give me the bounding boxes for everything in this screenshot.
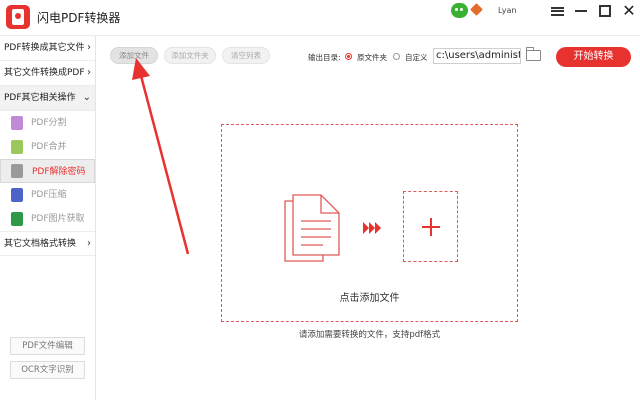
sidebar-item-pdf-image-extract[interactable]: PDF图片获取: [0, 207, 95, 231]
sidebar-item-label: PDF图片获取: [31, 214, 85, 224]
folder-open-icon[interactable]: [526, 47, 541, 61]
minimize-button[interactable]: [572, 2, 590, 20]
close-button[interactable]: ✕: [620, 2, 638, 20]
menu-button[interactable]: [548, 2, 566, 20]
username[interactable]: Lyan: [498, 6, 516, 15]
ocr-button[interactable]: OCR文字识别: [10, 361, 85, 379]
output-path-input[interactable]: c:\users\administ: [433, 48, 521, 64]
sidebar-item-label: PDF压缩: [31, 190, 67, 200]
hamburger-icon: [550, 6, 564, 16]
maximize-icon: [599, 5, 611, 17]
triple-arrow-icon: [363, 222, 381, 234]
sidebar-item-pdf-merge[interactable]: PDF合并: [0, 135, 95, 159]
chevron-right-icon: ›: [87, 67, 91, 78]
sidebar-item-label: PDF解除密码: [32, 167, 86, 177]
document-icon: [284, 194, 340, 262]
sidebar-section-pdf-to-other[interactable]: PDF转换成其它文件 ›: [0, 36, 95, 61]
app-logo-icon: [6, 5, 30, 29]
sidebar-item-label: PDF分割: [31, 118, 67, 128]
chevron-down-icon: ⌄: [82, 92, 91, 103]
chevron-right-icon: ›: [87, 238, 91, 249]
add-file-plus-box[interactable]: [403, 191, 458, 262]
sidebar-item-pdf-unlock[interactable]: PDF解除密码: [0, 159, 95, 183]
radio-original-folder[interactable]: [345, 53, 352, 60]
sidebar-section-other-to-pdf[interactable]: 其它文件转换成PDF ›: [0, 61, 95, 86]
maximize-button[interactable]: [596, 2, 614, 20]
unlock-icon: [11, 164, 23, 178]
radio-original-label: 原文件夹: [357, 53, 387, 62]
image-extract-icon: [11, 212, 23, 226]
app-title: 闪电PDF转换器: [37, 11, 121, 25]
radio-custom-folder[interactable]: [393, 53, 400, 60]
clear-list-button[interactable]: 清空列表: [222, 47, 270, 64]
drop-zone-label[interactable]: 点击添加文件: [221, 289, 518, 304]
split-icon: [11, 116, 23, 130]
sidebar: PDF转换成其它文件 › 其它文件转换成PDF › PDF其它相关操作 ⌄ PD…: [0, 36, 96, 400]
sidebar-item-label: PDF合并: [31, 142, 67, 152]
minimize-icon: [575, 10, 587, 12]
sidebar-item-pdf-split[interactable]: PDF分割: [0, 111, 95, 135]
title-bar: 闪电PDF转换器 Lyan ✕: [0, 0, 640, 36]
output-dir-label: 输出目录:: [308, 53, 341, 62]
sidebar-section-label: PDF其它相关操作: [4, 93, 76, 103]
radio-custom-label: 自定义: [405, 53, 428, 62]
supported-format-hint: 请添加需要转换的文件，支持pdf格式: [298, 330, 441, 340]
sidebar-section-label: 其它文档格式转换: [4, 239, 77, 249]
sidebar-section-other-formats[interactable]: 其它文档格式转换 ›: [0, 231, 95, 256]
vip-gem-icon[interactable]: [470, 3, 483, 16]
sidebar-section-label: PDF转换成其它文件: [4, 43, 85, 53]
merge-icon: [11, 140, 23, 154]
annotation-arrow-icon: [132, 58, 190, 255]
sidebar-item-pdf-compress[interactable]: PDF压缩: [0, 183, 95, 207]
sidebar-section-pdf-other-ops[interactable]: PDF其它相关操作 ⌄: [0, 86, 95, 111]
start-convert-button[interactable]: 开始转换: [556, 47, 631, 67]
pdf-edit-button[interactable]: PDF文件编辑: [10, 337, 85, 355]
sidebar-section-label: 其它文件转换成PDF: [4, 68, 85, 78]
close-icon: ✕: [622, 1, 636, 20]
chevron-right-icon: ›: [87, 42, 91, 53]
wechat-icon[interactable]: [451, 3, 468, 18]
compress-icon: [11, 188, 23, 202]
